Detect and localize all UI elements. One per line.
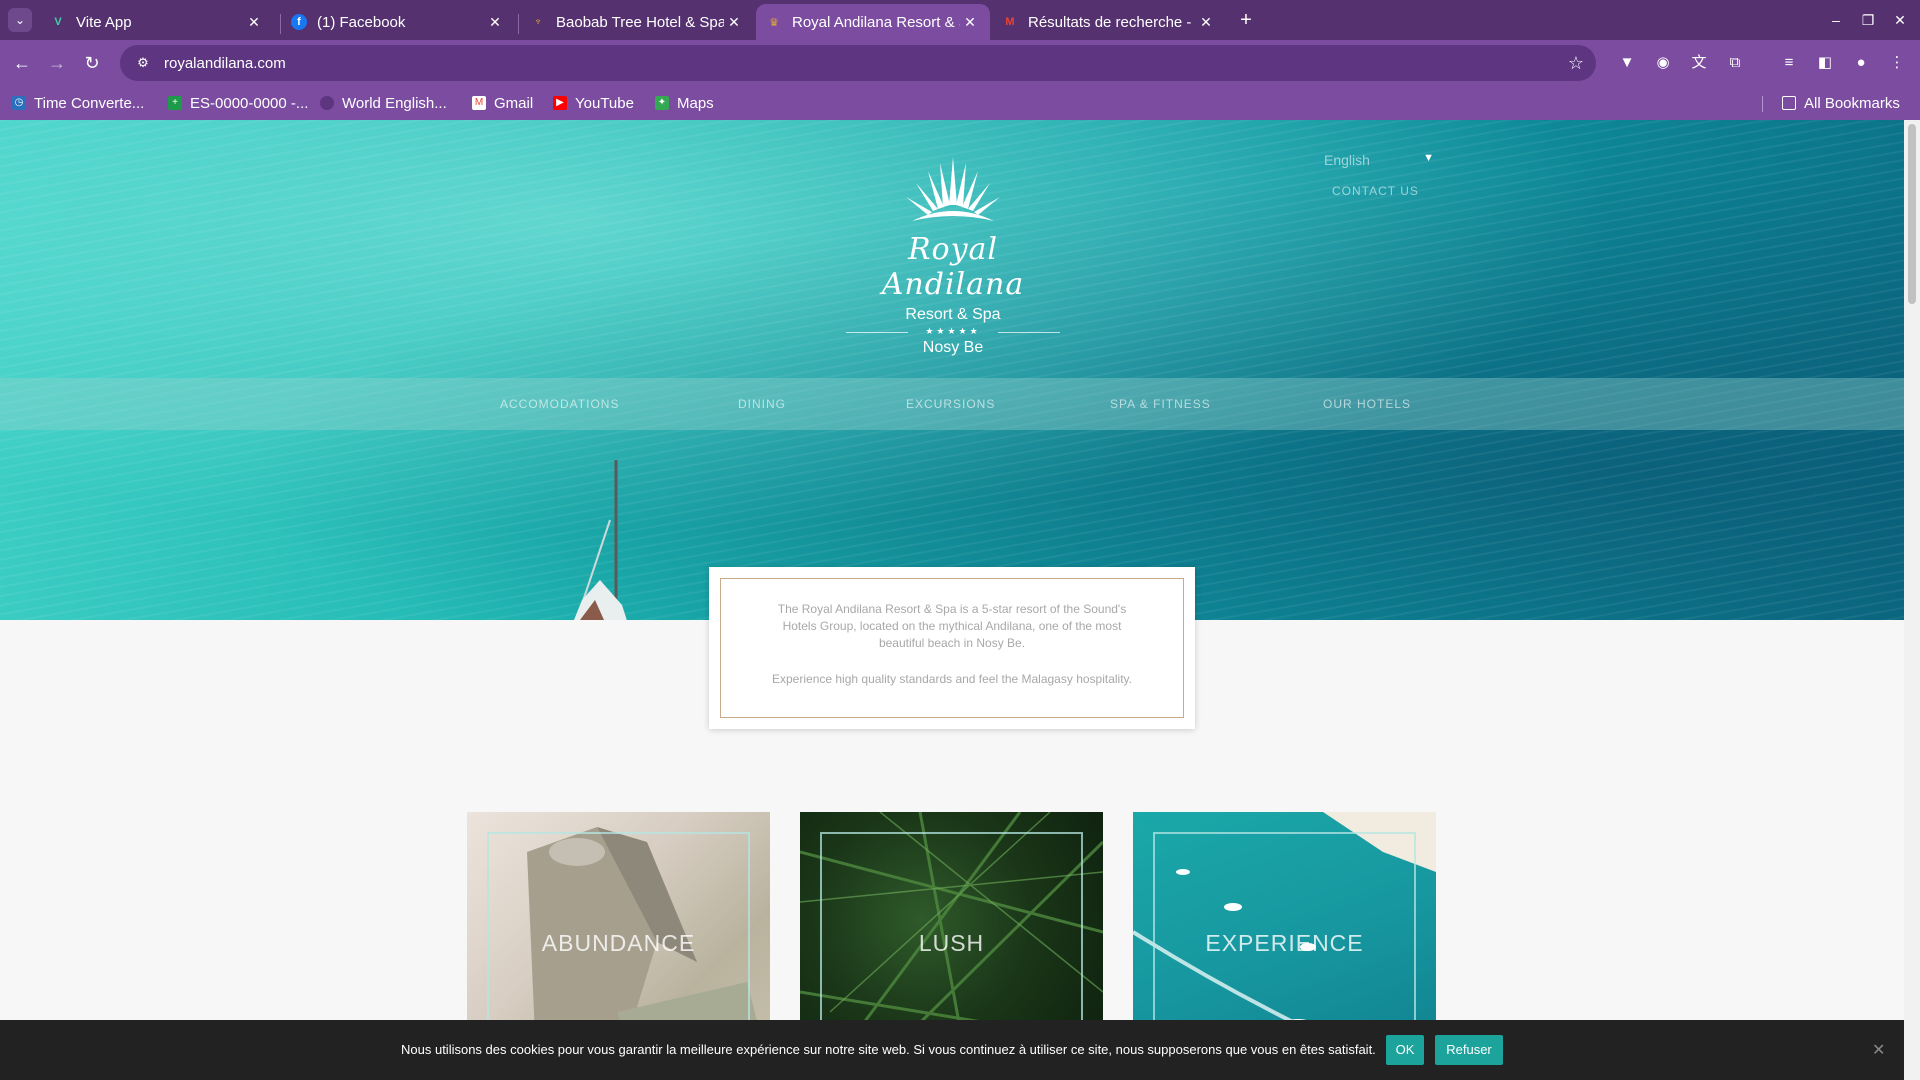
logo-script: Royal Andilana [881,232,1025,302]
bookmarks-bar: ◷ Time Converte... + ES-0000-0000 -... W… [0,86,1920,120]
profile-avatar-icon[interactable]: ● [1849,51,1873,75]
forward-icon[interactable]: → [45,51,69,75]
facebook-icon: f [291,14,307,30]
tab-title: Vite App [76,13,132,31]
plus-icon: + [168,96,182,110]
hero-section: Royal Andilana Resort & Spa ★★★★★ Nosy B… [0,120,1904,620]
globe-icon [320,96,334,110]
all-bookmarks[interactable]: All Bookmarks [1782,93,1900,113]
address-bar[interactable]: ⚙ royalandilana.com ☆ [120,45,1596,81]
tab-title: Baobab Tree Hotel & Spa [556,13,724,31]
resort-logo[interactable]: Royal Andilana Resort & Spa ★★★★★ Nosy B… [838,155,1068,356]
logo-stars: ★★★★★ [838,326,1068,337]
close-icon[interactable]: ✕ [485,14,505,31]
side-panel-icon[interactable]: ◧ [1813,51,1837,75]
tab-search-button[interactable]: ⌄ [8,8,32,32]
vue-devtools-icon[interactable]: ▼ [1615,51,1639,75]
tab-title: (1) Facebook [317,13,406,31]
tab-separator [518,14,519,34]
menu-item-our-hotels[interactable]: OUR HOTELS [1323,397,1411,411]
gmail-icon: M [1005,16,1015,28]
royal-andilana-icon: ♛ [769,16,779,29]
bookmark-star-icon[interactable]: ☆ [1568,53,1584,74]
bookmark-label: World English... [342,94,447,112]
cookie-ok-button[interactable]: OK [1386,1035,1424,1065]
all-bookmarks-label: All Bookmarks [1804,94,1900,112]
cookie-message: Nous utilisons des cookies pour vous gar… [401,1042,1376,1057]
tab-gmail-search[interactable]: M Résultats de recherche - ✕ [992,4,1226,40]
cookie-refuse-button[interactable]: Refuser [1435,1035,1503,1065]
bookmark-es-number[interactable]: + ES-0000-0000 -... [168,93,308,113]
logo-location: Nosy Be [922,339,984,356]
tab-title: Résultats de recherche - [1028,13,1192,31]
palm-crown-icon [906,157,1000,221]
extensions-icon[interactable]: ⧉ [1723,51,1747,75]
restore-icon[interactable]: ❐ [1856,8,1880,32]
menu-item-excursions[interactable]: EXCURSIONS [906,397,995,411]
intro-paragraph: The Royal Andilana Resort & Spa is a 5-s… [777,602,1127,650]
baobab-icon: ♆ [533,16,543,28]
bookmark-label: Maps [677,94,714,112]
translate-icon[interactable]: 文 [1687,51,1711,75]
screen-capture-icon[interactable]: ◉ [1651,51,1675,75]
card-label: EXPERIENCE [1205,930,1364,956]
folder-icon [1782,96,1796,110]
tab-title: Royal Andilana Resort & Spa [792,13,960,31]
bookmark-maps[interactable]: ✦ Maps [655,93,714,113]
cookie-banner: Nous utilisons des cookies pour vous gar… [0,1020,1904,1080]
bookmarks-divider [1762,96,1763,112]
window-close-icon[interactable]: ✕ [1888,8,1912,32]
minimize-icon[interactable]: – [1824,8,1848,32]
tab-royal-andilana[interactable]: ♛ Royal Andilana Resort & Spa ✕ [756,4,990,40]
sailboat-image [574,460,627,620]
site-info-icon[interactable]: ⚙ [134,54,152,72]
bookmark-gmail[interactable]: M Gmail [472,93,533,113]
browser-toolbar: ← → ↻ ⚙ royalandilana.com ☆ ▼ ◉ 文 ⧉ ≡ ◧ … [0,40,1920,86]
language-value: English [1324,152,1370,168]
logo-subtitle: Resort & Spa [905,306,1001,323]
bookmark-label: Gmail [494,94,534,112]
chevron-down-icon: ▼ [1423,152,1434,164]
new-tab-button[interactable]: + [1234,8,1258,32]
contact-us-link[interactable]: CONTACT US [1332,184,1419,198]
tab-vite-app[interactable]: V Vite App ✕ [40,4,274,40]
intro-frame: The Royal Andilana Resort & Spa is a 5-s… [720,578,1184,718]
gmail-icon: M [472,96,486,110]
tab-baobab[interactable]: ♆ Baobab Tree Hotel & Spa ✕ [520,4,754,40]
close-icon[interactable]: ✕ [960,14,980,31]
browser-tab-strip: ⌄ V Vite App ✕ f (1) Facebook ✕ ♆ Baobab… [0,0,1920,40]
scrollbar-thumb[interactable] [1908,124,1916,304]
vite-icon: V [54,16,62,28]
cookie-close-icon[interactable]: ✕ [1872,1040,1885,1060]
url-text: royalandilana.com [164,54,286,72]
reload-icon[interactable]: ↻ [80,51,104,75]
close-icon[interactable]: ✕ [1196,14,1216,31]
bookmark-label: ES-0000-0000 -... [190,94,309,112]
card-label: LUSH [918,930,985,956]
media-control-icon[interactable]: ≡ [1777,51,1801,75]
language-select[interactable]: English ▼ [1324,152,1434,168]
maps-icon: ✦ [655,96,669,110]
close-icon[interactable]: ✕ [244,14,264,31]
menu-item-dining[interactable]: DINING [738,397,786,411]
menu-item-spa-fitness[interactable]: SPA & FITNESS [1110,397,1211,411]
back-icon[interactable]: ← [10,51,34,75]
clock-icon: ◷ [12,96,26,110]
page-viewport: Royal Andilana Resort & Spa ★★★★★ Nosy B… [0,120,1904,1080]
menu-item-accomodations[interactable]: ACCOMODATIONS [500,397,619,411]
youtube-icon: ▶ [553,96,567,110]
page-scrollbar[interactable] [1904,120,1920,1080]
menu-dots-icon[interactable]: ⋮ [1885,51,1909,75]
close-icon[interactable]: ✕ [724,14,744,31]
bookmark-youtube[interactable]: ▶ YouTube [553,93,634,113]
tab-facebook[interactable]: f (1) Facebook ✕ [281,4,515,40]
bookmark-label: YouTube [575,94,634,112]
bookmark-time-converter[interactable]: ◷ Time Converte... [12,93,144,113]
intro-paragraph: Experience high quality standards and fe… [772,672,1132,686]
card-label: ABUNDANCE [541,930,696,956]
intro-box: The Royal Andilana Resort & Spa is a 5-s… [709,567,1195,729]
main-menu: ACCOMODATIONS DINING EXCURSIONS SPA & FI… [0,378,1904,430]
bookmark-world-english[interactable]: World English... [320,93,447,113]
bookmark-label: Time Converte... [34,94,145,112]
